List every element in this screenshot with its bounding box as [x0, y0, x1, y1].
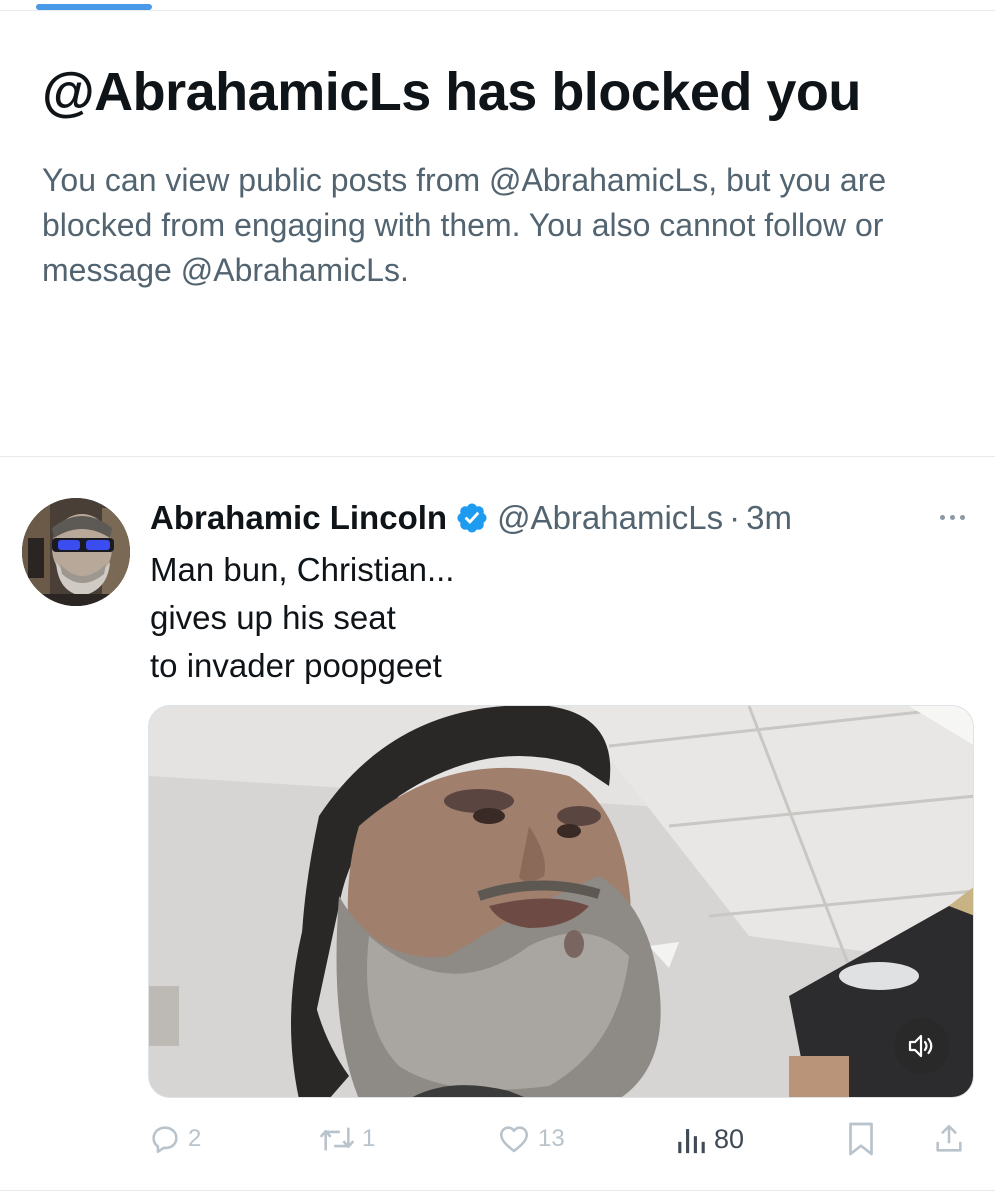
post-header: Abrahamic Lincoln @AbrahamicLs · 3m: [150, 496, 792, 540]
verified-badge-icon: [455, 501, 489, 535]
video-frame: [149, 706, 973, 1097]
bottom-divider: [0, 1190, 995, 1191]
avatar-image: [22, 498, 130, 606]
view-count: 80: [714, 1123, 745, 1154]
share-icon: [936, 1124, 962, 1152]
author-handle[interactable]: @AbrahamicLs: [497, 499, 723, 537]
bookmark-button[interactable]: [846, 1118, 876, 1160]
bookmark-icon: [849, 1122, 873, 1156]
post-video[interactable]: [148, 705, 974, 1098]
post-timestamp[interactable]: 3m: [746, 499, 792, 537]
post-text: Man bun, Christian... gives up his seat …: [150, 546, 930, 690]
post-text-line: Man bun, Christian...: [150, 551, 455, 588]
reply-button[interactable]: 2: [148, 1118, 201, 1160]
post-text-line: to invader poopgeet: [150, 647, 442, 684]
share-button[interactable]: [932, 1118, 966, 1160]
repost-button[interactable]: 1: [318, 1118, 375, 1160]
heart-icon: [499, 1126, 529, 1153]
like-count: 13: [538, 1125, 565, 1152]
bar-chart-icon: [678, 1129, 705, 1154]
author-avatar[interactable]: [22, 498, 130, 606]
post-actions: 2 1 13 80: [148, 1118, 978, 1160]
more-dots-icon[interactable]: [930, 505, 974, 529]
meta-separator: ·: [729, 499, 741, 536]
section-divider: [0, 456, 995, 457]
blocked-notice: @AbrahamicLs has blocked you You can vie…: [42, 58, 962, 293]
reply-bubble-icon: [152, 1126, 178, 1154]
blocked-title: @AbrahamicLs has blocked you: [42, 62, 861, 122]
author-name[interactable]: Abrahamic Lincoln: [150, 499, 447, 537]
speaker-icon[interactable]: [894, 1018, 950, 1074]
repost-count: 1: [362, 1125, 376, 1152]
reply-count: 2: [188, 1125, 202, 1152]
post-text-line: gives up his seat: [150, 599, 396, 636]
like-button[interactable]: 13: [496, 1118, 565, 1160]
blocked-description: You can view public posts from @Abrahami…: [42, 162, 887, 288]
views-button[interactable]: 80: [674, 1118, 744, 1160]
repost-icon: [319, 1127, 355, 1151]
header-divider: [0, 10, 995, 11]
